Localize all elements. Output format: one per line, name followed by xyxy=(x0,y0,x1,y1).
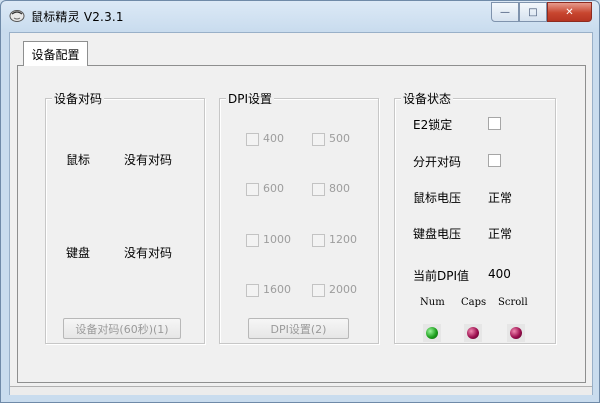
window-title: 鼠标精灵 V2.3.1 xyxy=(31,10,124,24)
dpi-1000-label: 1000 xyxy=(263,233,291,246)
split-pair-label: 分开对码 xyxy=(413,155,462,169)
pairing-group-label: 设备对码 xyxy=(52,90,105,107)
num-lock-label: Num xyxy=(420,297,445,308)
dpi-2000-checkbox[interactable] xyxy=(312,284,325,297)
e2-lock-checkbox[interactable] xyxy=(488,117,501,130)
window-controls: — □ ✕ xyxy=(491,2,592,22)
dpi-800-checkbox[interactable] xyxy=(312,183,325,196)
dpi-1600-checkbox[interactable] xyxy=(246,284,259,297)
dpi-group: DPI设置 400 500 600 800 1000 1200 1600 200… xyxy=(219,90,379,344)
pairing-group: 设备对码 鼠标 没有对码 键盘 没有对码 设备对码(60秒)(1) xyxy=(45,90,205,344)
dpi-400-checkbox[interactable] xyxy=(246,133,259,146)
keyboard-voltage-label: 键盘电压 xyxy=(413,227,462,241)
dpi-1200-checkbox[interactable] xyxy=(312,234,325,247)
split-pair-checkbox[interactable] xyxy=(488,154,501,167)
pair-devices-button[interactable]: 设备对码(60秒)(1) xyxy=(63,318,181,339)
status-group: 设备状态 E2锁定 分开对码 鼠标电压 正常 键盘电压 正常 当前DPI值 40… xyxy=(394,90,556,344)
tab-panel: 设备对码 鼠标 没有对码 键盘 没有对码 设备对码(60秒)(1) DPI设置 … xyxy=(17,65,586,383)
dpi-800-label: 800 xyxy=(329,182,350,195)
dpi-1000-checkbox[interactable] xyxy=(246,234,259,247)
maximize-icon: □ xyxy=(528,6,538,18)
dpi-group-label: DPI设置 xyxy=(226,90,275,107)
minimize-icon: — xyxy=(500,6,510,18)
close-button[interactable]: ✕ xyxy=(547,2,592,22)
client-area: 设备配置 设备对码 鼠标 没有对码 键盘 没有对码 设备对码(60秒)(1) D… xyxy=(9,32,593,395)
keyboard-pair-status: 没有对码 xyxy=(124,246,173,260)
caps-lock-led-icon xyxy=(467,327,479,339)
maximize-button[interactable]: □ xyxy=(519,2,547,22)
minimize-button[interactable]: — xyxy=(491,2,519,22)
mouse-label: 鼠标 xyxy=(66,153,91,167)
tab-device-config[interactable]: 设备配置 xyxy=(23,41,88,66)
caps-lock-label: Caps xyxy=(461,297,487,308)
dpi-1600-label: 1600 xyxy=(263,283,291,296)
dpi-600-label: 600 xyxy=(263,182,284,195)
mouse-app-icon xyxy=(9,10,25,22)
dpi-600-checkbox[interactable] xyxy=(246,183,259,196)
current-dpi-value: 400 xyxy=(488,267,511,281)
dpi-2000-label: 2000 xyxy=(329,283,357,296)
mouse-pair-status: 没有对码 xyxy=(124,153,173,167)
status-bar xyxy=(10,386,592,395)
mouse-voltage-value: 正常 xyxy=(488,191,513,205)
keyboard-voltage-value: 正常 xyxy=(488,227,513,241)
current-dpi-label: 当前DPI值 xyxy=(413,269,470,283)
status-group-label: 设备状态 xyxy=(401,90,454,107)
mouse-voltage-label: 鼠标电压 xyxy=(413,191,462,205)
num-lock-led-icon xyxy=(426,327,438,339)
dpi-set-button[interactable]: DPI设置(2) xyxy=(248,318,349,339)
scroll-lock-led-icon xyxy=(510,327,522,339)
dpi-500-checkbox[interactable] xyxy=(312,133,325,146)
title-bar[interactable]: 鼠标精灵 V2.3.1 — □ ✕ xyxy=(1,1,599,31)
scroll-lock-label: Scroll xyxy=(498,297,528,308)
app-window: 鼠标精灵 V2.3.1 — □ ✕ 设备配置 设备对码 鼠标 没有对码 键盘 没… xyxy=(0,0,600,403)
dpi-1200-label: 1200 xyxy=(329,233,357,246)
keyboard-label: 键盘 xyxy=(66,246,91,260)
dpi-500-label: 500 xyxy=(329,132,350,145)
e2-lock-label: E2锁定 xyxy=(413,118,453,132)
dpi-400-label: 400 xyxy=(263,132,284,145)
close-icon: ✕ xyxy=(565,6,574,18)
